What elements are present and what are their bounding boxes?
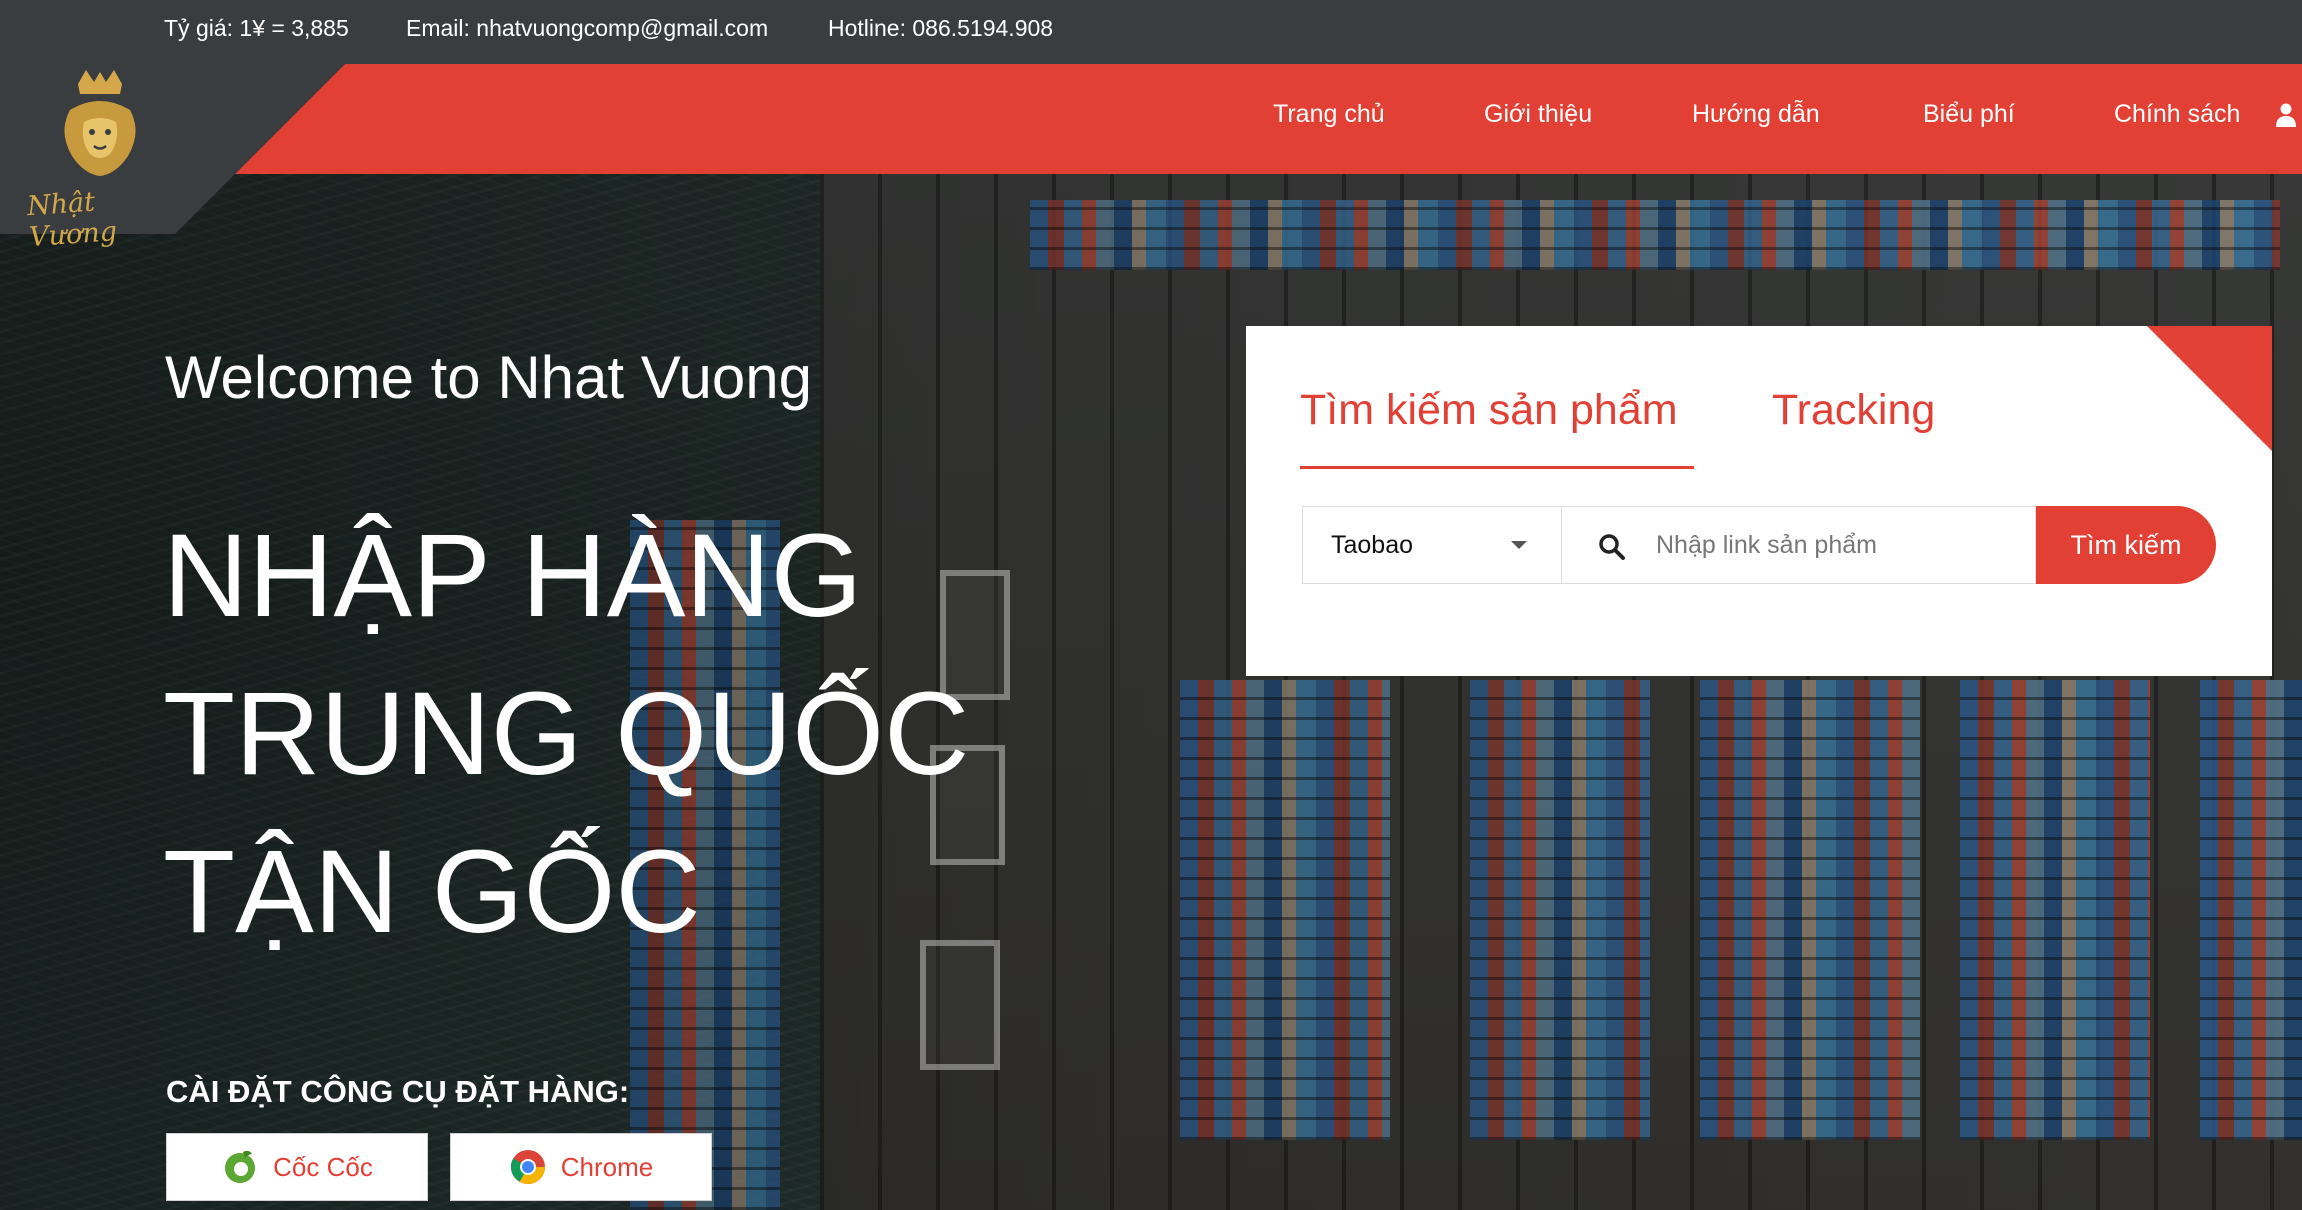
user-icon[interactable] [2276,103,2296,127]
logo-text[interactable]: Nhật Vương [26,181,180,254]
coccoc-label: Cốc Cốc [273,1151,373,1182]
hero-headline: NHẬP HÀNG TRUNG QUỐC TẬN GỐC [163,497,969,971]
search-field [1562,506,2036,584]
source-select[interactable]: Taobao [1302,506,1562,584]
nav-policy[interactable]: Chính sách [2114,100,2240,129]
lion-crown-logo-icon[interactable] [50,70,150,180]
caret-down-icon [1511,541,1527,549]
welcome-heading: Welcome to Nhat Vuong [165,344,813,411]
top-info-bar: Tỷ giá: 1¥ = 3,885 Email: nhatvuongcomp@… [0,0,2302,64]
chrome-icon [510,1150,545,1184]
search-icon [1599,534,1625,560]
product-link-input[interactable] [1656,521,2026,569]
source-select-value: Taobao [1331,530,1414,559]
coccoc-icon [225,1150,256,1183]
headline-line-3: TẬN GỐC [163,826,701,958]
card-corner-accent [2147,326,2272,451]
nav-pricing[interactable]: Biểu phí [1923,100,2015,129]
install-tool-title: CÀI ĐẶT CÔNG CỤ ĐẶT HÀNG: [166,1074,630,1109]
nav-guide[interactable]: Hướng dẫn [1692,100,1820,129]
hotline[interactable]: Hotline: 086.5194.908 [828,15,1053,42]
contact-email[interactable]: Email: nhatvuongcomp@gmail.com [406,15,768,42]
page: Tỷ giá: 1¥ = 3,885 Email: nhatvuongcomp@… [0,0,2302,1210]
search-button[interactable]: Tìm kiếm [2036,506,2216,584]
exchange-rate: Tỷ giá: 1¥ = 3,885 [164,15,349,41]
headline-line-1: NHẬP HÀNG [163,510,863,642]
chrome-label: Chrome [560,1151,654,1182]
chrome-extension-button[interactable]: Chrome [450,1133,712,1201]
tab-tracking[interactable]: Tracking [1772,386,1935,435]
tab-product-search[interactable]: Tìm kiếm sản phẩm [1300,386,1678,435]
active-tab-indicator [1300,466,1694,469]
coccoc-extension-button[interactable]: Cốc Cốc [166,1133,428,1201]
nav-about[interactable]: Giới thiệu [1484,100,1592,129]
nav-home[interactable]: Trang chủ [1273,100,1385,129]
headline-line-2: TRUNG QUỐC [163,668,970,800]
search-card: Tìm kiếm sản phẩm Tracking Taobao Tìm ki… [1246,326,2272,676]
